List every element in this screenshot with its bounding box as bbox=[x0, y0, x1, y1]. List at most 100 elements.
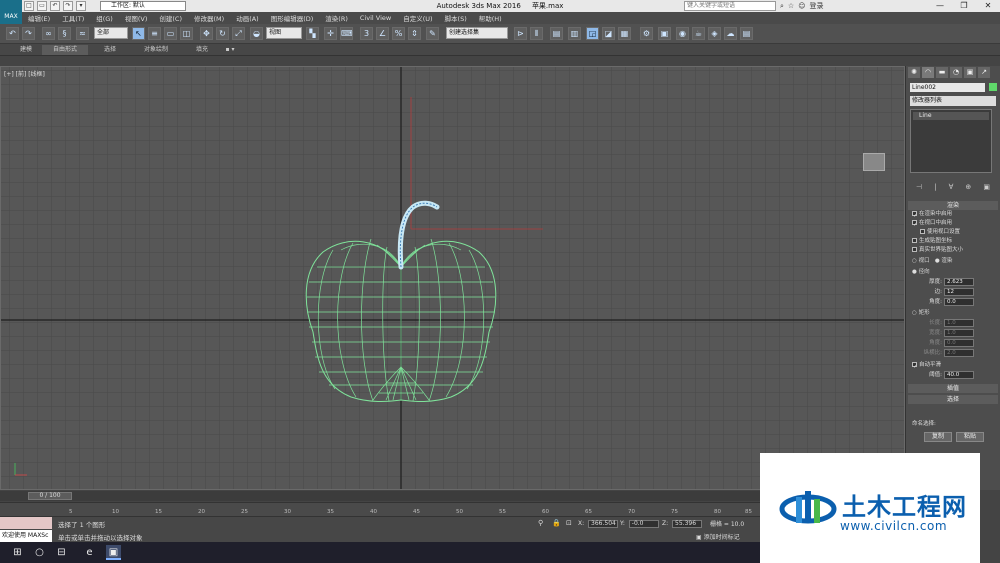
menu-create[interactable]: 创建(C) bbox=[153, 13, 188, 23]
viewport-canvas[interactable] bbox=[1, 67, 905, 490]
render-iterative-icon[interactable]: ☕ bbox=[692, 27, 705, 40]
redo-icon[interactable]: ↷ bbox=[63, 1, 73, 11]
keyboard-shortcut-icon[interactable]: ⌨ bbox=[340, 27, 353, 40]
ribbon-tab-populate[interactable]: 填充 bbox=[188, 45, 216, 55]
render-online-icon[interactable]: ☁ bbox=[724, 27, 737, 40]
motion-tab-icon[interactable]: ◔ bbox=[950, 67, 962, 78]
undo-icon[interactable]: ↶ bbox=[6, 27, 19, 40]
workspace-select[interactable]: 工作区: 默认 bbox=[100, 1, 186, 11]
width-spinner[interactable]: 宽度: 1.0 bbox=[906, 328, 1000, 338]
checkbox-icon[interactable] bbox=[912, 247, 917, 252]
search-icon[interactable]: ⌕ bbox=[780, 2, 784, 11]
app-logo[interactable]: MAX bbox=[0, 0, 22, 25]
toggle-ribbon-icon[interactable]: ▥ bbox=[568, 27, 581, 40]
menu-views[interactable]: 视图(V) bbox=[119, 13, 154, 23]
configure-sets-icon[interactable]: ▣ bbox=[983, 183, 990, 191]
aspect-spinner[interactable]: 纵横比: 2.0 bbox=[906, 348, 1000, 358]
checkbox-icon[interactable]: ✓ bbox=[912, 220, 918, 228]
pivot-icon[interactable]: ▚ bbox=[306, 27, 319, 40]
show-end-result-icon[interactable]: | bbox=[934, 183, 936, 191]
menu-graph-editors[interactable]: 图形编辑器(D) bbox=[265, 13, 320, 23]
percent-snap-icon[interactable]: % bbox=[392, 27, 405, 40]
schematic-view-icon[interactable]: ◪ bbox=[602, 27, 615, 40]
selection-filter-dropdown[interactable]: 全部 bbox=[94, 27, 128, 39]
interpolation-rollout-title[interactable]: 插值 bbox=[908, 384, 998, 393]
angle-snap-icon[interactable]: ∠ bbox=[376, 27, 389, 40]
radial-radio[interactable]: ● 径向 bbox=[906, 268, 1000, 277]
close-button[interactable]: ✕ bbox=[976, 0, 1000, 12]
3dsmax-taskbar-icon[interactable]: ▣ bbox=[106, 545, 121, 560]
menu-edit[interactable]: 编辑(E) bbox=[22, 13, 56, 23]
ribbon-tab-selection[interactable]: 选择 bbox=[96, 45, 124, 55]
track-bar[interactable]: 5 10 15 20 25 30 35 40 45 50 55 60 65 70… bbox=[0, 502, 760, 516]
rect-angle-spinner[interactable]: 角度: 0.0 bbox=[906, 338, 1000, 348]
checkbox-icon[interactable] bbox=[912, 238, 917, 243]
checkbox-icon[interactable] bbox=[920, 229, 925, 234]
auto-smooth-checkbox[interactable]: ✓自动平滑 bbox=[906, 361, 1000, 370]
windows-start-icon[interactable]: ⊞ bbox=[10, 545, 25, 560]
stack-item-line[interactable]: Line bbox=[913, 112, 989, 120]
hierarchy-tab-icon[interactable]: ▬ bbox=[936, 67, 948, 78]
menu-scripting[interactable]: 脚本(S) bbox=[439, 13, 473, 23]
ribbon-tab-modeling[interactable]: 建模 bbox=[12, 45, 40, 55]
search-icon[interactable]: ○ bbox=[32, 545, 47, 560]
maxscript-listener[interactable] bbox=[0, 517, 52, 529]
render-setup-icon[interactable]: ⚙ bbox=[640, 27, 653, 40]
ribbon-options-icon[interactable]: ▪ ▾ bbox=[220, 45, 240, 55]
bind-space-warp-icon[interactable]: ≈ bbox=[76, 27, 89, 40]
material-editor-icon[interactable]: ▦ bbox=[618, 27, 631, 40]
utilities-tab-icon[interactable]: ↗ bbox=[978, 67, 990, 78]
display-tab-icon[interactable]: ▣ bbox=[964, 67, 976, 78]
menu-modifiers[interactable]: 修改器(M) bbox=[188, 13, 230, 23]
window-crossing-icon[interactable]: ◫ bbox=[180, 27, 193, 40]
mirror-icon[interactable]: ⊳ bbox=[514, 27, 527, 40]
object-name-field[interactable]: Line002 bbox=[910, 83, 985, 92]
new-file-icon[interactable]: □ bbox=[24, 1, 34, 11]
minimize-button[interactable]: — bbox=[928, 0, 952, 12]
z-coordinate-field[interactable]: 55.396 bbox=[672, 520, 703, 528]
open-file-icon[interactable]: ▭ bbox=[37, 1, 47, 11]
absolute-mode-icon[interactable]: ⊡ bbox=[566, 519, 572, 527]
layer-manager-icon[interactable]: ▤ bbox=[550, 27, 563, 40]
align-icon[interactable]: ⫴ bbox=[530, 27, 543, 40]
select-manipulate-icon[interactable]: ✛ bbox=[324, 27, 337, 40]
make-unique-icon[interactable]: ∀ bbox=[949, 183, 954, 191]
render-activeshade-icon[interactable]: ◈ bbox=[708, 27, 721, 40]
x-coordinate-field[interactable]: 366.504 bbox=[588, 520, 619, 528]
isolate-icon[interactable]: ⚲ bbox=[538, 519, 543, 527]
rendered-frame-icon[interactable]: ▣ bbox=[658, 27, 671, 40]
length-spinner[interactable]: 长度: 1.0 bbox=[906, 318, 1000, 328]
time-slider[interactable]: 0 / 100 bbox=[0, 491, 760, 501]
lock-icon[interactable]: 🔒 bbox=[552, 519, 561, 527]
menu-animation[interactable]: 动画(A) bbox=[230, 13, 265, 23]
menu-group[interactable]: 组(G) bbox=[90, 13, 119, 23]
viewcube[interactable] bbox=[863, 153, 885, 171]
undo-icon[interactable]: ↶ bbox=[50, 1, 60, 11]
real-world-map-size-checkbox[interactable]: 真实世界贴图大小 bbox=[906, 246, 1000, 255]
ribbon-tab-freeform[interactable]: 自由形式 bbox=[42, 45, 88, 55]
selection-rollout-title[interactable]: 选择 bbox=[908, 395, 998, 404]
ref-coord-dropdown[interactable]: 视图 bbox=[266, 27, 302, 39]
move-icon[interactable]: ✥ bbox=[200, 27, 213, 40]
add-time-tag[interactable]: ▣ 添加时间标记 bbox=[696, 532, 740, 541]
restore-button[interactable]: ❐ bbox=[952, 0, 976, 12]
enable-in-viewport-checkbox[interactable]: ✓在视口中启用 bbox=[906, 219, 1000, 228]
create-tab-icon[interactable]: ✺ bbox=[908, 67, 920, 78]
menu-tools[interactable]: 工具(T) bbox=[56, 13, 90, 23]
radial-angle-spinner[interactable]: 角度: 0.0 bbox=[906, 297, 1000, 307]
unlink-icon[interactable]: § bbox=[58, 27, 71, 40]
place-icon[interactable]: ◒ bbox=[250, 27, 263, 40]
modifier-list-dropdown[interactable]: 修改器列表 bbox=[910, 96, 996, 106]
curve-editor-icon[interactable]: ◲ bbox=[586, 27, 599, 40]
sides-spinner[interactable]: 边: 12 bbox=[906, 287, 1000, 297]
select-by-name-icon[interactable]: ≡ bbox=[148, 27, 161, 40]
snap-3-icon[interactable]: 3 bbox=[360, 27, 373, 40]
menu-civil-view[interactable]: Civil View bbox=[354, 14, 397, 22]
pin-stack-icon[interactable]: ⊣ bbox=[916, 183, 922, 191]
select-object-icon[interactable]: ↖ bbox=[132, 27, 145, 40]
ribbon-tab-object-paint[interactable]: 对象绘制 bbox=[136, 45, 176, 55]
menu-rendering[interactable]: 渲染(R) bbox=[319, 13, 354, 23]
checkbox-icon[interactable]: ✓ bbox=[912, 211, 918, 219]
named-selection-dropdown[interactable]: 创建选择集 bbox=[446, 27, 508, 39]
rotate-icon[interactable]: ↻ bbox=[216, 27, 229, 40]
